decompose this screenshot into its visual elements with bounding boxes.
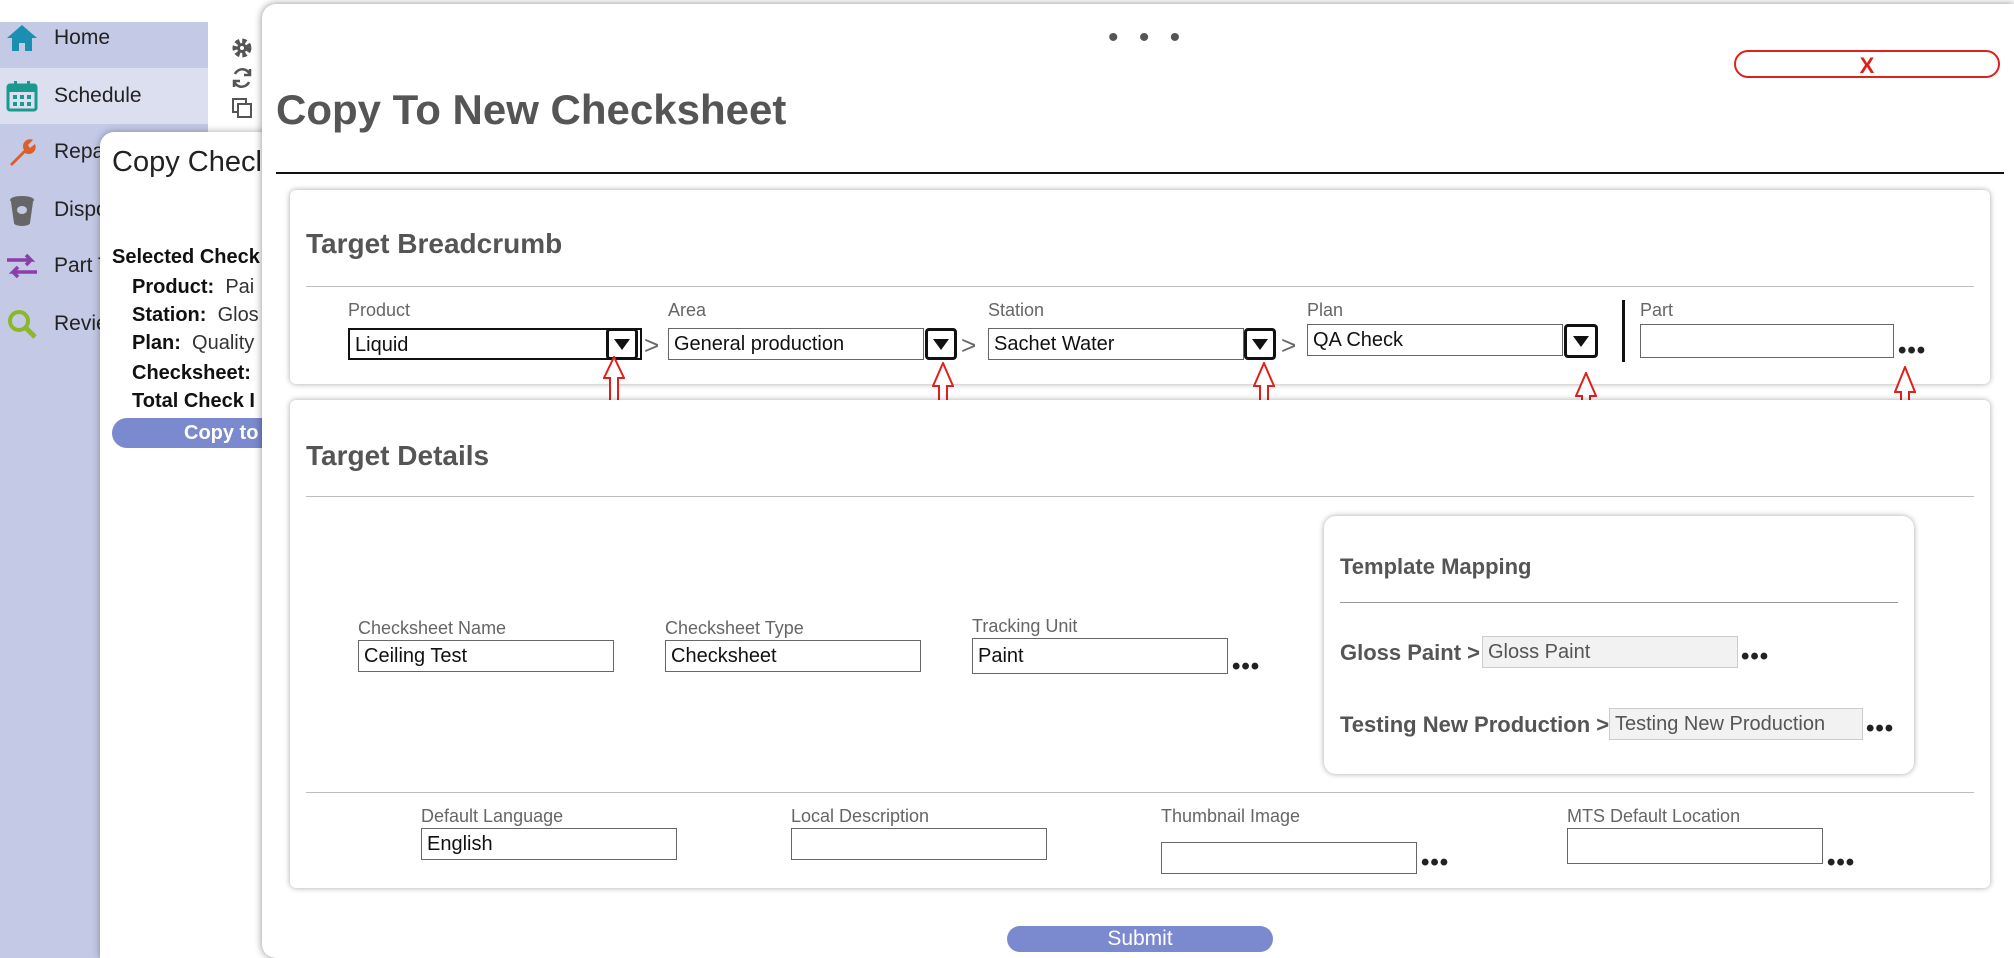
thumbnail-image-input[interactable] bbox=[1161, 842, 1417, 874]
target-breadcrumb-title: Target Breadcrumb bbox=[306, 228, 563, 259]
mapping-row-input[interactable]: Testing New Production bbox=[1609, 708, 1863, 740]
plan-label: Plan bbox=[1307, 300, 1344, 320]
area-input[interactable]: General production bbox=[668, 328, 924, 360]
thumbnail-image-browse-button[interactable]: ••• bbox=[1421, 851, 1449, 875]
station-dropdown-button[interactable] bbox=[1244, 328, 1276, 360]
target-details-title: Target Details bbox=[306, 440, 490, 471]
product-input[interactable]: Liquid bbox=[348, 328, 642, 360]
chevron-down-icon bbox=[614, 338, 630, 350]
station-label: Station bbox=[988, 300, 1045, 320]
chevron-down-icon bbox=[1252, 338, 1268, 350]
wrench-icon bbox=[4, 134, 40, 170]
mts-default-location-browse-button[interactable]: ••• bbox=[1827, 851, 1855, 875]
chevron-down-icon bbox=[933, 338, 949, 350]
copy-checksheet-title: Copy Checl bbox=[112, 146, 262, 178]
calendar-icon bbox=[4, 78, 40, 114]
default-language-label: Default Language bbox=[421, 806, 564, 826]
refresh-icon[interactable] bbox=[228, 66, 256, 94]
submit-button[interactable]: Submit bbox=[1007, 926, 1273, 952]
station-input[interactable]: Sachet Water bbox=[988, 328, 1244, 360]
sidebar-item-label: Home bbox=[54, 26, 111, 49]
mapping-row-browse-button[interactable]: ••• bbox=[1866, 717, 1894, 741]
tracking-unit-browse-button[interactable]: ••• bbox=[1232, 655, 1260, 679]
checksheet-name-label: Checksheet Name bbox=[358, 618, 507, 638]
title-divider bbox=[276, 172, 2004, 174]
sidebar-item-label: Schedule bbox=[54, 84, 142, 107]
tracking-unit-label: Tracking Unit bbox=[972, 616, 1078, 636]
trash-icon bbox=[4, 192, 40, 228]
local-description-label: Local Description bbox=[791, 806, 930, 826]
dialog-title: Copy To New Checksheet bbox=[276, 86, 787, 133]
plan-input[interactable]: QA Check bbox=[1307, 324, 1563, 356]
sidebar-item-schedule[interactable]: Schedule bbox=[0, 68, 208, 124]
selected-checksheet-heading: Selected Check bbox=[112, 246, 260, 268]
checksheet-type-input[interactable]: Checksheet bbox=[665, 640, 921, 672]
thumbnail-image-label: Thumbnail Image bbox=[1161, 806, 1301, 826]
breadcrumb-divider bbox=[306, 286, 1974, 287]
selected-checksheet-row: Checksheet: bbox=[132, 362, 251, 384]
selected-product-row: Product: Pai bbox=[132, 276, 255, 298]
mts-default-location-input[interactable] bbox=[1567, 828, 1823, 864]
breadcrumb-separator: > bbox=[644, 330, 660, 360]
mapping-row-browse-button[interactable]: ••• bbox=[1741, 645, 1769, 669]
breadcrumb-separator: > bbox=[961, 330, 977, 360]
drag-handle[interactable]: • • • bbox=[1108, 23, 1186, 53]
default-language-input[interactable]: English bbox=[421, 828, 677, 860]
home-icon bbox=[4, 20, 40, 56]
close-button[interactable]: X bbox=[1734, 50, 2000, 78]
total-check-items-row: Total Check I bbox=[132, 390, 255, 412]
area-dropdown-button[interactable] bbox=[925, 328, 957, 360]
details-lower-divider bbox=[306, 792, 1974, 793]
sidebar-item-label: Repa bbox=[54, 140, 105, 163]
chevron-down-icon bbox=[1573, 335, 1589, 347]
part-label: Part bbox=[1640, 300, 1674, 320]
checksheet-type-label: Checksheet Type bbox=[665, 618, 804, 638]
mapping-row-label: Gloss Paint > bbox=[1340, 640, 1481, 665]
mts-default-location-label: MTS Default Location bbox=[1567, 806, 1741, 826]
part-browse-button[interactable]: ••• bbox=[1898, 339, 1926, 363]
part-input[interactable] bbox=[1640, 324, 1894, 358]
selected-station-row: Station: Glos bbox=[132, 304, 259, 326]
transfer-icon bbox=[4, 248, 40, 284]
sidebar-item-home[interactable]: Home bbox=[0, 10, 208, 66]
breadcrumb-part-divider bbox=[1622, 300, 1625, 362]
tracking-unit-input[interactable]: Paint bbox=[972, 638, 1228, 674]
product-label: Product bbox=[348, 300, 411, 320]
mapping-row-label: Testing New Production > bbox=[1340, 712, 1610, 737]
checksheet-name-input[interactable]: Ceiling Test bbox=[358, 640, 614, 672]
selected-plan-row: Plan: Quality bbox=[132, 332, 255, 354]
mapping-row-input[interactable]: Gloss Paint bbox=[1482, 636, 1738, 668]
search-icon bbox=[4, 306, 40, 342]
template-mapping-divider bbox=[1340, 602, 1898, 603]
copy-icon[interactable] bbox=[228, 96, 256, 124]
plan-dropdown-button[interactable] bbox=[1564, 324, 1598, 358]
breadcrumb-separator: > bbox=[1281, 330, 1297, 360]
area-label: Area bbox=[668, 300, 707, 320]
template-mapping-title: Template Mapping bbox=[1340, 554, 1532, 579]
gear-icon[interactable] bbox=[228, 36, 256, 64]
details-divider bbox=[306, 496, 1974, 497]
local-description-input[interactable] bbox=[791, 828, 1047, 860]
